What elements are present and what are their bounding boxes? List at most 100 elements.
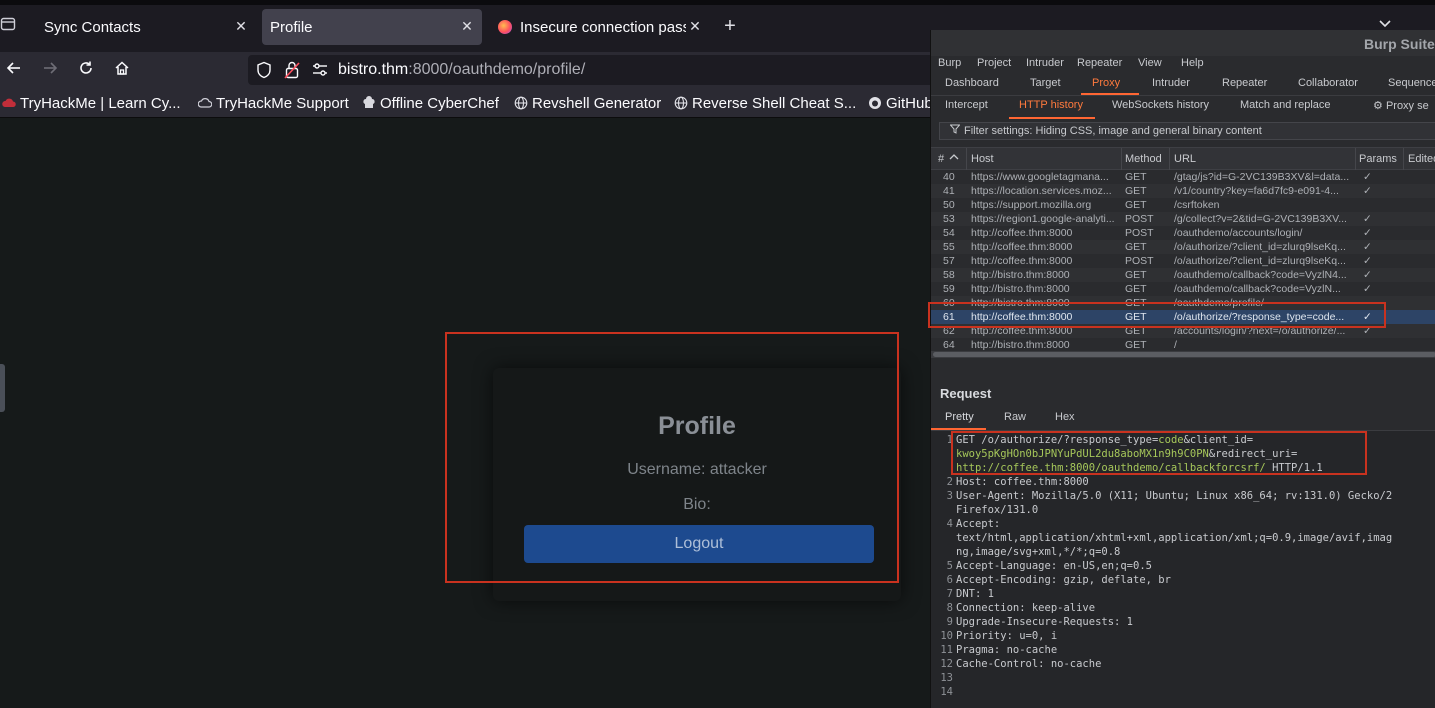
request-line: ng,image/svg+xml,*/*;q=0.8 <box>956 546 1120 558</box>
insecure-lock-icon[interactable] <box>284 60 300 80</box>
cell-url: /gtag/js?id=G-2VC139B3XV&l=data... <box>1174 171 1350 183</box>
menu-view[interactable]: View <box>1138 57 1162 69</box>
cell-number: 64 <box>943 339 955 351</box>
cell-method: POST <box>1125 213 1154 225</box>
address-bar[interactable]: bistro.thm:8000/oauthdemo/profile/ <box>248 55 968 85</box>
column-divider <box>1121 148 1122 170</box>
back-icon[interactable] <box>2 58 26 82</box>
list-all-tabs-icon[interactable] <box>0 16 22 36</box>
request-text: DNT: 1 <box>956 588 994 600</box>
tab-collaborator[interactable]: Collaborator <box>1298 77 1358 89</box>
request-text: Accept-Language: en-US,en;q=0.5 <box>956 560 1152 572</box>
column-params[interactable]: Params <box>1359 153 1397 165</box>
tracking-protection-shield-icon[interactable] <box>256 61 272 79</box>
tab-sequencer[interactable]: Sequence <box>1388 77 1435 89</box>
close-tab-icon[interactable]: ✕ <box>686 17 704 35</box>
subtab-websockets-history[interactable]: WebSockets history <box>1112 99 1209 111</box>
request-tab-hex[interactable]: Hex <box>1055 411 1075 423</box>
request-line: Pragma: no-cache <box>956 644 1057 656</box>
column-url[interactable]: URL <box>1174 153 1196 165</box>
annotation-highlight-box <box>951 431 1367 475</box>
table-row[interactable]: 41 https://location.services.moz... GET/v1… <box>931 184 1435 198</box>
reload-icon[interactable] <box>74 58 98 82</box>
table-row[interactable]: 59 http://bistro.thm:8000 GET/oauthdemo/ca… <box>931 282 1435 296</box>
screen: { "browser": { "tabs": [ {"title": "Sync… <box>0 0 1435 708</box>
bookmark-revshell-generator[interactable]: Revshell Generator <box>514 94 661 112</box>
filter-settings-bar[interactable]: Filter settings: Hiding CSS, image and g… <box>939 122 1435 140</box>
tab-target[interactable]: Target <box>1030 77 1061 89</box>
table-row[interactable]: 55 http://coffee.thm:8000 GET/o/authorize/… <box>931 240 1435 254</box>
column-number[interactable]: # <box>938 153 944 165</box>
menu-help[interactable]: Help <box>1181 57 1204 69</box>
bookmark-tryhackme-support[interactable]: TryHackMe Support <box>197 94 349 112</box>
cell-number: 57 <box>943 255 955 267</box>
bookmark-label: Reverse Shell Cheat S... <box>692 94 857 112</box>
column-edited[interactable]: Edited <box>1408 153 1435 165</box>
request-text: Upgrade-Insecure-Requests: 1 <box>956 616 1134 628</box>
cell-number: 40 <box>943 171 955 183</box>
request-line: Host: coffee.thm:8000 <box>956 476 1089 488</box>
close-tab-icon[interactable]: ✕ <box>232 17 250 35</box>
tab-proxy[interactable]: Proxy <box>1092 77 1120 89</box>
menu-burp[interactable]: Burp <box>938 57 961 69</box>
tab-title: Insecure connection pass <box>520 18 686 36</box>
request-line: DNT: 1 <box>956 588 994 600</box>
column-host[interactable]: Host <box>971 153 994 165</box>
scrollbar-thumb[interactable] <box>933 352 1435 357</box>
request-tab-raw[interactable]: Raw <box>1004 411 1026 423</box>
url-text[interactable]: bistro.thm:8000/oauthdemo/profile/ <box>338 61 585 79</box>
new-tab-icon[interactable]: + <box>720 15 740 37</box>
url-path: :8000/oauthdemo/profile/ <box>408 61 586 78</box>
subtab-http-history[interactable]: HTTP history <box>1019 99 1083 111</box>
subtab-intercept[interactable]: Intercept <box>945 99 988 111</box>
close-tab-icon[interactable]: ✕ <box>458 17 476 35</box>
table-row[interactable]: 64 http://bistro.thm:8000 GET / <box>931 338 1435 352</box>
table-row[interactable]: 50 https://support.mozilla.org GET/csrftok… <box>931 198 1435 212</box>
menu-repeater[interactable]: Repeater <box>1077 57 1122 69</box>
menu-project[interactable]: Project <box>977 57 1011 69</box>
request-line: Accept: <box>956 518 1000 530</box>
tab-repeater[interactable]: Repeater <box>1222 77 1267 89</box>
bookmark-reverse-shell-cheat-sheet[interactable]: Reverse Shell Cheat S... <box>674 94 856 112</box>
tab-dashboard[interactable]: Dashboard <box>945 77 999 89</box>
line-number: 9 <box>946 616 953 628</box>
bookmark-tryhackme[interactable]: TryHackMe | Learn Cy... <box>2 94 181 112</box>
tab-insecure-connection[interactable]: Insecure connection pass ✕ <box>490 9 710 45</box>
forward-icon[interactable] <box>38 58 62 82</box>
line-number: 3 <box>946 490 953 502</box>
tab-intruder[interactable]: Intruder <box>1152 77 1190 89</box>
sidebar-handle[interactable] <box>0 364 5 412</box>
request-line: User-Agent: Mozilla/5.0 (X11; Ubuntu; Li… <box>956 490 1392 502</box>
permissions-icon[interactable] <box>312 63 328 77</box>
history-table-header: # Host Method URL Params Edited <box>931 147 1435 170</box>
table-row[interactable]: 54 http://coffee.thm:8000 POST/oauthdemo/a… <box>931 226 1435 240</box>
bookmark-offline-cyberchef[interactable]: Offline CyberChef <box>362 94 499 112</box>
table-horizontal-scrollbar[interactable] <box>931 351 1435 358</box>
cell-method: GET <box>1125 241 1147 253</box>
menu-intruder[interactable]: Intruder <box>1026 57 1064 69</box>
sort-ascending-icon[interactable] <box>949 152 959 165</box>
cell-params: ✓ <box>1363 227 1372 239</box>
column-divider <box>1355 148 1356 170</box>
bookmark-github[interactable]: GitHub <box>868 94 933 112</box>
cell-params: ✓ <box>1363 269 1372 281</box>
table-row[interactable]: 53 https://region1.google-analyti... POST /… <box>931 212 1435 226</box>
tab-sync-contacts[interactable]: Sync Contacts ✕ <box>36 9 256 45</box>
table-row[interactable]: 57 http://coffee.thm:8000 POST/o/authorize… <box>931 254 1435 268</box>
table-row[interactable]: 40 https://www.googletagmana... GET/gtag/j… <box>931 170 1435 184</box>
cell-method: POST <box>1125 255 1154 267</box>
request-text: text/html,application/xhtml+xml,applicat… <box>956 532 1393 544</box>
tab-profile[interactable]: Profile ✕ <box>262 9 482 45</box>
cell-host: https://region1.google-analyti... <box>971 213 1115 225</box>
request-line: Accept-Encoding: gzip, deflate, br <box>956 574 1171 586</box>
table-row[interactable]: 58 http://bistro.thm:8000 GET/oauthdemo/ca… <box>931 268 1435 282</box>
subtab-proxy-settings[interactable]: ⚙ Proxy se <box>1373 99 1429 112</box>
column-method[interactable]: Method <box>1125 153 1162 165</box>
cell-url: / <box>1174 339 1177 351</box>
cell-method: GET <box>1125 199 1147 211</box>
subtab-match-and-replace[interactable]: Match and replace <box>1240 99 1331 111</box>
request-tab-pretty[interactable]: Pretty <box>945 411 974 423</box>
cell-host: http://bistro.thm:8000 <box>971 269 1070 281</box>
line-number: 12 <box>940 658 953 670</box>
home-icon[interactable] <box>110 58 134 82</box>
